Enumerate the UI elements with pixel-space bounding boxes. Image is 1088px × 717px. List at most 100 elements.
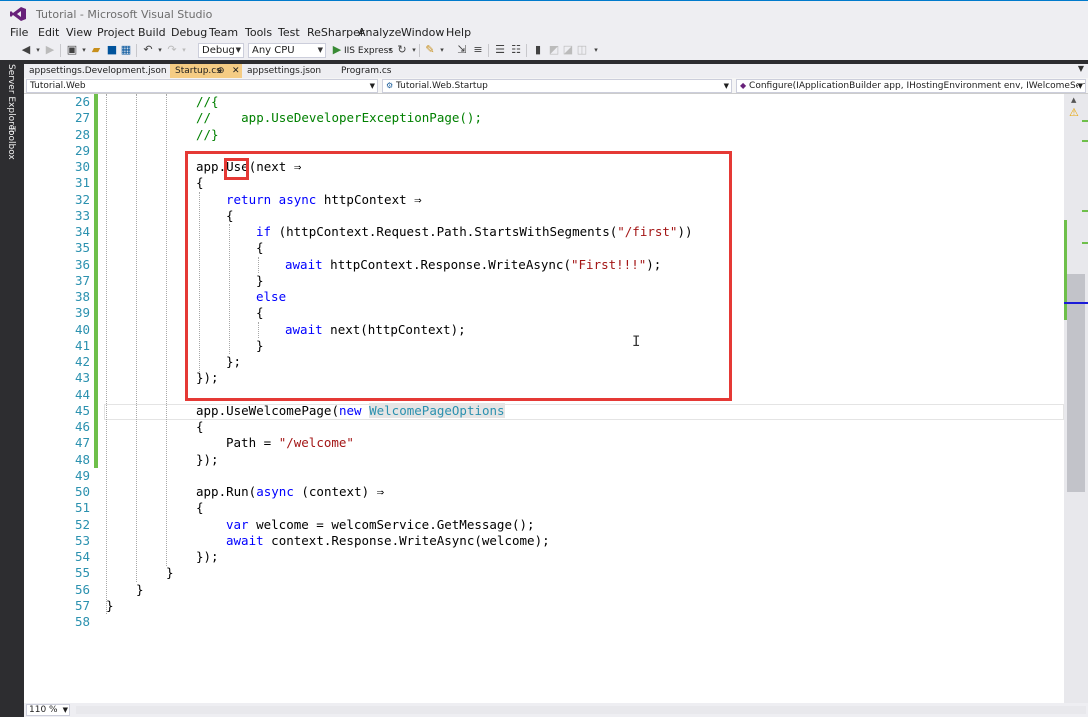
navigate-back-icon[interactable]: ◀ — [20, 44, 32, 56]
start-debugging-icon[interactable]: ▶ — [331, 44, 343, 56]
solution-configuration-dropdown[interactable]: Debug ▼ — [198, 43, 244, 58]
code-line-54: }); — [196, 549, 219, 565]
editor-bottom-bar: 110 % ▼ — [24, 703, 1088, 717]
code-token: { — [196, 500, 204, 515]
line-number: 50 — [74, 484, 90, 499]
step-over-icon[interactable]: ⇲ — [456, 44, 468, 56]
line-number: 45 — [74, 403, 90, 418]
browser-link-dropdown-icon[interactable]: ▾ — [436, 44, 448, 56]
code-line-52: var welcome = welcomService.GetMessage()… — [226, 517, 535, 533]
type-dropdown[interactable]: ⚙ Tutorial.Web.Startup ▼ — [382, 79, 732, 93]
menu-build[interactable]: Build — [138, 26, 166, 39]
indent-guide — [106, 94, 107, 614]
tab-list-dropdown-icon[interactable]: ▼ — [1078, 64, 1084, 73]
chevron-down-icon: ▼ — [235, 46, 241, 54]
menu-tools[interactable]: Tools — [245, 26, 272, 39]
menu-help[interactable]: Help — [446, 26, 471, 39]
menu-debug[interactable]: Debug — [171, 26, 207, 39]
tab-appsettings-json[interactable]: appsettings.json — [242, 64, 334, 78]
indent-guide — [136, 94, 137, 582]
scrollbar-thumb[interactable] — [1067, 274, 1085, 492]
toolbox-tab[interactable]: Toolbox — [6, 126, 16, 160]
clear-bookmarks-icon[interactable]: ◫ — [576, 44, 588, 56]
warning-icon[interactable]: ⚠ — [1069, 106, 1079, 119]
tab-startup-cs[interactable]: Startup.cs ⊕ ✕ — [170, 64, 242, 78]
menu-resharper[interactable]: ReSharper — [307, 26, 364, 39]
close-tab-icon[interactable]: ✕ — [232, 64, 240, 78]
code-token: }); — [196, 549, 219, 564]
vertical-scrollbar[interactable]: ▲ ⚠ — [1064, 94, 1088, 703]
code-line-51: { — [196, 500, 204, 516]
line-number: 58 — [74, 614, 90, 629]
navigation-bar: Tutorial.Web ▼ ⚙ Tutorial.Web.Startup ▼ … — [24, 78, 1088, 94]
comment-lines-icon[interactable]: ☰ — [494, 44, 506, 56]
line-number: 49 — [74, 468, 90, 483]
text-cursor-icon: I — [632, 334, 641, 350]
highlight-box-use-method — [224, 158, 249, 180]
toolbar-overflow-icon[interactable]: ▾ — [590, 44, 602, 56]
server-explorer-tab[interactable]: Server Explorer — [6, 64, 16, 134]
tab-appsettings-development[interactable]: appsettings.Development.json — [24, 64, 167, 78]
caret-position-marker — [1064, 302, 1088, 304]
line-number-gutter: 26 27 28 29 30 31 32 33 34 35 36 37 38 3… — [24, 94, 94, 703]
bookmark-icon[interactable]: ▮ — [532, 44, 544, 56]
menu-window[interactable]: Window — [401, 26, 444, 39]
undo-dropdown-icon[interactable]: ▾ — [154, 44, 166, 56]
string-token: "/welcome" — [278, 435, 354, 450]
line-number: 55 — [74, 565, 90, 580]
line-number: 26 — [74, 94, 90, 109]
title-bar: Tutorial - Microsoft Visual Studio — [0, 0, 1088, 26]
member-dropdown[interactable]: ◆ Configure(IApplicationBuilder app, IHo… — [736, 79, 1086, 93]
refresh-icon[interactable]: ↻ — [396, 44, 408, 56]
line-number: 28 — [74, 127, 90, 142]
menu-team[interactable]: Team — [209, 26, 238, 39]
keyword-token: await — [226, 533, 264, 548]
save-all-icon[interactable]: ▦ — [120, 44, 132, 56]
redo-dropdown-icon[interactable]: ▾ — [178, 44, 190, 56]
open-file-icon[interactable]: ▰ — [90, 44, 102, 56]
class-icon: ⚙ — [386, 81, 394, 90]
line-number: 33 — [74, 208, 90, 223]
format-document-icon[interactable]: ≡ — [472, 44, 484, 56]
zoom-dropdown[interactable]: 110 % ▼ — [26, 704, 70, 716]
save-icon[interactable]: ■ — [106, 44, 118, 56]
line-number: 35 — [74, 240, 90, 255]
project-dropdown[interactable]: Tutorial.Web ▼ — [26, 79, 378, 93]
code-token: }); — [196, 452, 219, 467]
change-tracking-margin — [94, 94, 98, 703]
code-editor[interactable]: 26 27 28 29 30 31 32 33 34 35 36 37 38 3… — [24, 94, 1064, 703]
menu-file[interactable]: File — [10, 26, 28, 39]
menu-view[interactable]: View — [66, 26, 92, 39]
browser-link-icon[interactable]: ✎ — [424, 44, 436, 56]
keyword-token: var — [226, 517, 249, 532]
scroll-up-icon[interactable]: ▲ — [1071, 96, 1076, 104]
code-line-45: app.UseWelcomePage(new WelcomePageOption… — [196, 403, 505, 419]
code-token: app.Run( — [196, 484, 257, 499]
menu-project[interactable]: Project — [97, 26, 135, 39]
menu-test[interactable]: Test — [278, 26, 300, 39]
code-token: } — [106, 598, 114, 613]
back-dropdown-icon[interactable]: ▾ — [32, 44, 44, 56]
chevron-down-icon: ▼ — [723, 80, 729, 92]
uncomment-lines-icon[interactable]: ☷ — [510, 44, 522, 56]
tab-program-cs[interactable]: Program.cs — [336, 64, 406, 78]
new-project-dropdown-icon[interactable]: ▾ — [78, 44, 90, 56]
redo-icon[interactable]: ↷ — [166, 44, 178, 56]
line-number: 31 — [74, 175, 90, 190]
pin-tab-icon[interactable]: ⊕ — [217, 64, 225, 78]
menu-analyze[interactable]: Analyze — [358, 26, 401, 39]
line-number: 29 — [74, 143, 90, 158]
code-line-47: Path = "/welcome" — [226, 435, 354, 451]
new-project-icon[interactable]: ▣ — [66, 44, 78, 56]
keyword-token: async — [256, 484, 294, 499]
next-bookmark-icon[interactable]: ◪ — [562, 44, 574, 56]
line-number: 43 — [74, 370, 90, 385]
run-target-dropdown-icon[interactable]: ▾ — [384, 44, 396, 56]
horizontal-scrollbar[interactable] — [76, 706, 1086, 714]
previous-bookmark-icon[interactable]: ◩ — [548, 44, 560, 56]
solution-platform-dropdown[interactable]: Any CPU ▼ — [248, 43, 326, 58]
code-line-48: }); — [196, 452, 219, 468]
navigate-forward-icon[interactable]: ▶ — [44, 44, 56, 56]
menu-edit[interactable]: Edit — [38, 26, 59, 39]
undo-icon[interactable]: ↶ — [142, 44, 154, 56]
